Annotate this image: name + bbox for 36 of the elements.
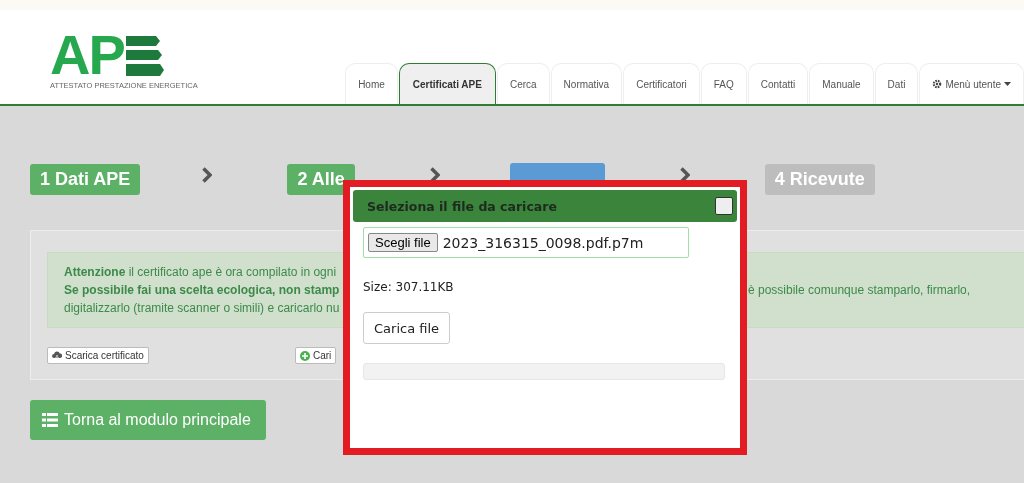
alert-text: è possibile comunque stamparlo, firmarlo, (748, 282, 971, 299)
file-size: Size: 307.11KB (363, 280, 454, 294)
file-input[interactable]: Scegli file 2023_316315_0098.pdf.p7m (363, 227, 689, 258)
chevron-icon (429, 167, 440, 183)
caret-icon (1004, 81, 1011, 87)
action-button[interactable]: Scarica certificato (47, 347, 149, 364)
alert-text: digitalizzarlo (tramite scanner o simili) e caricarlo nu (64, 300, 340, 317)
close-button[interactable] (715, 197, 733, 215)
plus-icon (299, 350, 310, 361)
cloud-download-icon (52, 351, 62, 360)
chevron-icon (202, 167, 213, 183)
nav-tab[interactable]: FAQ (700, 63, 747, 104)
step-label: 1 Dati APE (30, 163, 141, 195)
action-button[interactable]: Cari (294, 347, 337, 364)
nav-tab[interactable]: Home (345, 63, 398, 104)
nav-tab[interactable]: Dati (874, 63, 919, 104)
alert-text: Se possibile fai una scelta ecologica, non stamp (64, 282, 340, 299)
energy-bars-icon (125, 36, 164, 76)
nav-tab[interactable]: Manuale (809, 63, 874, 104)
nav-tab[interactable]: Normativa (550, 63, 623, 104)
alert-text: Attenzione il certificato ape è ora compilato in ogni (64, 264, 338, 281)
file-name: 2023_316315_0098.pdf.p7m (442, 234, 644, 251)
gear-icon (932, 79, 943, 89)
nav-tab[interactable]: Contatti (747, 63, 809, 104)
list-icon (42, 413, 58, 427)
step-label: 4 Ricevute (764, 163, 875, 195)
upload-button[interactable]: Carica file (363, 312, 451, 344)
logo-letters: AP (50, 32, 124, 78)
nav-tab[interactable]: Certificati APE (398, 63, 496, 104)
chevron-icon (679, 167, 690, 183)
choose-file-button[interactable]: Scegli file (368, 233, 438, 252)
nav-tab[interactable]: Menù utente (919, 63, 1024, 104)
step-label: 2 Alle (287, 163, 355, 195)
nav-tab[interactable]: Cerca (496, 63, 550, 104)
dialog-title: Seleziona il file da caricare (367, 198, 557, 214)
nav-tab[interactable]: Certificatori (623, 63, 700, 104)
